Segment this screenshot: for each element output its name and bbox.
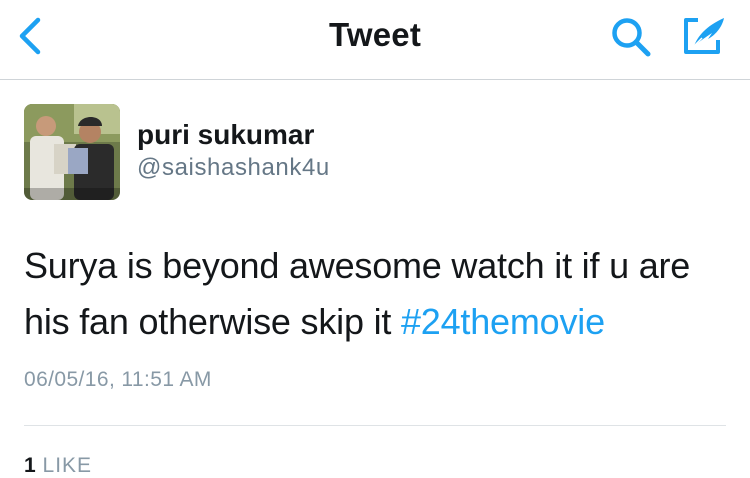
hashtag-link[interactable]: #24themovie [401,301,605,342]
search-icon [612,18,651,57]
compose-tweet-icon [684,18,724,54]
tweet-text: Surya is beyond awesome watch it if u ar… [24,238,736,350]
tweet-timestamp: 06/05/16, 11:51 AM [24,368,212,391]
search-button[interactable] [608,15,656,59]
author-avatar[interactable] [24,104,120,200]
navigation-bar: Tweet [0,0,750,80]
compose-tweet-button[interactable] [682,14,728,56]
author-handle[interactable]: @saishashank4u [137,154,330,182]
avatar-photo [24,104,120,200]
divider [24,425,726,426]
author-name[interactable]: puri sukumar [137,119,314,151]
like-count[interactable]: 1 LIKE [24,454,92,478]
